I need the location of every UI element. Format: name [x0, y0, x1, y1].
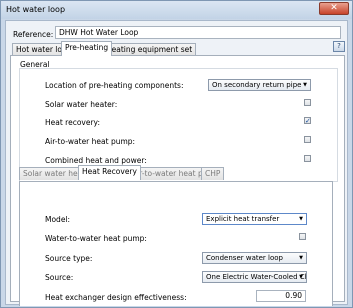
tab-chp[interactable]: CHP [201, 167, 225, 180]
chevron-down-icon: ▼ [299, 255, 303, 261]
dialog-body: Reference: DHW Hot Water Loop Hot water … [5, 20, 348, 306]
chevron-down-icon: ▼ [299, 216, 303, 222]
tab-heat-recovery[interactable]: Heat Recovery [78, 165, 141, 180]
combined-heat-and-power-checkbox[interactable] [304, 155, 311, 162]
heat-recovery-checkbox[interactable]: ✓ [304, 117, 311, 125]
effectiveness-label: Heat exchanger design effectiveness: [45, 293, 187, 302]
model-label: Model: [45, 215, 71, 224]
general-group-label: General [20, 60, 50, 69]
source-type-label: Source type: [45, 254, 93, 263]
close-icon: ✕ [330, 3, 338, 13]
effectiveness-input[interactable]: 0.90 [256, 290, 306, 302]
location-label: Location of pre-heating components: [45, 81, 184, 90]
source-type-select-value: Condenser water loop [206, 254, 283, 262]
combined-heat-and-power-label: Combined heat and power: [45, 156, 147, 165]
air-to-water-heat-pump-label: Air-to-water heat pump: [45, 137, 136, 146]
reference-label: Reference: [13, 30, 54, 39]
hot-water-loop-window: Hot water loop ✕ Reference: DHW Hot Wate… [0, 0, 353, 308]
source-type-select[interactable]: Condenser water loop ▼ [202, 252, 307, 264]
source-select[interactable]: One Electric Water-Cooled Chille ▼ [202, 271, 307, 283]
help-icon: ? [337, 42, 341, 50]
model-select[interactable]: Explicit heat transfer ▼ [202, 213, 307, 225]
heat-recovery-panel [19, 181, 333, 306]
checkmark-icon: ✓ [305, 117, 311, 125]
window-title: Hot water loop [6, 5, 66, 14]
solar-water-heater-label: Solar water heater: [45, 100, 118, 109]
model-select-value: Explicit heat transfer [206, 215, 280, 223]
location-select-value: On secondary return pipe [212, 81, 302, 89]
source-label: Source: [45, 273, 74, 282]
air-to-water-heat-pump-checkbox[interactable] [304, 136, 311, 143]
title-bar: Hot water loop ✕ [1, 1, 352, 19]
tab-pre-heating[interactable]: Pre-heating [61, 41, 113, 56]
source-select-value: One Electric Water-Cooled Chille [206, 273, 306, 281]
solar-water-heater-checkbox[interactable] [304, 99, 311, 106]
reference-input[interactable]: DHW Hot Water Loop [55, 26, 341, 39]
chevron-down-icon: ▼ [299, 274, 303, 280]
water-to-water-heat-pump-checkbox[interactable] [299, 233, 306, 240]
help-button[interactable]: ? [333, 41, 345, 52]
location-select[interactable]: On secondary return pipe ▼ [208, 79, 311, 91]
heat-recovery-label: Heat recovery: [45, 118, 100, 127]
close-button[interactable]: ✕ [319, 2, 349, 15]
chevron-down-icon: ▼ [303, 82, 307, 88]
water-to-water-heat-pump-label: Water-to-water heat pump: [45, 234, 147, 243]
